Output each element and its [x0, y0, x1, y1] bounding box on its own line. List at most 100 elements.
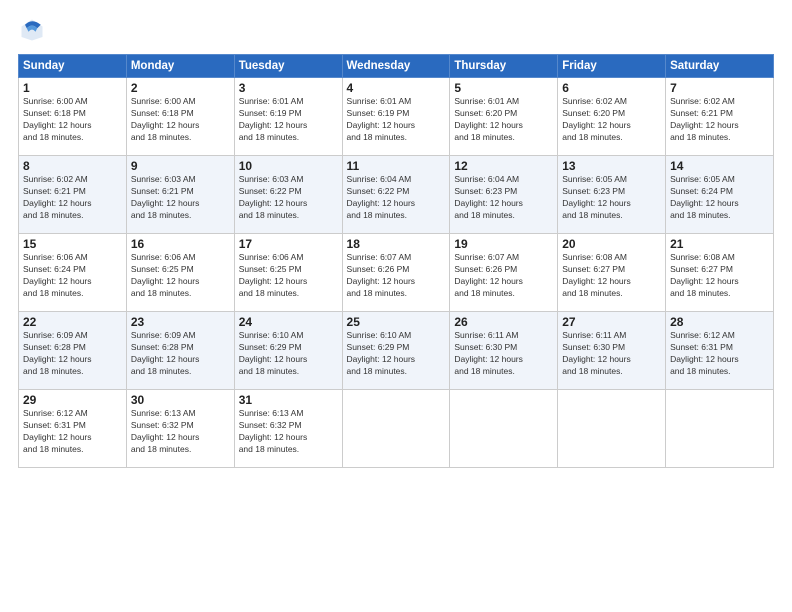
day-number: 26 — [454, 315, 553, 329]
day-number: 11 — [347, 159, 446, 173]
weekday-header: Sunday — [19, 55, 127, 78]
day-info: Sunrise: 6:11 AMSunset: 6:30 PMDaylight:… — [562, 330, 661, 378]
calendar-cell: 13Sunrise: 6:05 AMSunset: 6:23 PMDayligh… — [558, 156, 666, 234]
calendar-cell: 22Sunrise: 6:09 AMSunset: 6:28 PMDayligh… — [19, 312, 127, 390]
weekday-header: Friday — [558, 55, 666, 78]
day-number: 19 — [454, 237, 553, 251]
day-info: Sunrise: 6:00 AMSunset: 6:18 PMDaylight:… — [131, 96, 230, 144]
day-info: Sunrise: 6:02 AMSunset: 6:20 PMDaylight:… — [562, 96, 661, 144]
day-info: Sunrise: 6:10 AMSunset: 6:29 PMDaylight:… — [347, 330, 446, 378]
day-info: Sunrise: 6:01 AMSunset: 6:19 PMDaylight:… — [239, 96, 338, 144]
day-info: Sunrise: 6:03 AMSunset: 6:22 PMDaylight:… — [239, 174, 338, 222]
calendar-cell: 14Sunrise: 6:05 AMSunset: 6:24 PMDayligh… — [666, 156, 774, 234]
calendar-cell: 17Sunrise: 6:06 AMSunset: 6:25 PMDayligh… — [234, 234, 342, 312]
day-number: 14 — [670, 159, 769, 173]
day-number: 31 — [239, 393, 338, 407]
page: SundayMondayTuesdayWednesdayThursdayFrid… — [0, 0, 792, 612]
day-number: 27 — [562, 315, 661, 329]
day-number: 2 — [131, 81, 230, 95]
calendar-cell: 6Sunrise: 6:02 AMSunset: 6:20 PMDaylight… — [558, 78, 666, 156]
day-number: 8 — [23, 159, 122, 173]
calendar: SundayMondayTuesdayWednesdayThursdayFrid… — [18, 54, 774, 468]
weekday-header: Saturday — [666, 55, 774, 78]
calendar-cell — [342, 390, 450, 468]
calendar-cell — [450, 390, 558, 468]
day-info: Sunrise: 6:01 AMSunset: 6:19 PMDaylight:… — [347, 96, 446, 144]
calendar-week-row: 1Sunrise: 6:00 AMSunset: 6:18 PMDaylight… — [19, 78, 774, 156]
day-info: Sunrise: 6:08 AMSunset: 6:27 PMDaylight:… — [670, 252, 769, 300]
header — [18, 16, 774, 44]
calendar-cell: 20Sunrise: 6:08 AMSunset: 6:27 PMDayligh… — [558, 234, 666, 312]
day-info: Sunrise: 6:08 AMSunset: 6:27 PMDaylight:… — [562, 252, 661, 300]
calendar-week-row: 29Sunrise: 6:12 AMSunset: 6:31 PMDayligh… — [19, 390, 774, 468]
day-info: Sunrise: 6:09 AMSunset: 6:28 PMDaylight:… — [23, 330, 122, 378]
day-info: Sunrise: 6:11 AMSunset: 6:30 PMDaylight:… — [454, 330, 553, 378]
weekday-header-row: SundayMondayTuesdayWednesdayThursdayFrid… — [19, 55, 774, 78]
day-info: Sunrise: 6:13 AMSunset: 6:32 PMDaylight:… — [239, 408, 338, 456]
day-number: 12 — [454, 159, 553, 173]
calendar-cell: 10Sunrise: 6:03 AMSunset: 6:22 PMDayligh… — [234, 156, 342, 234]
day-info: Sunrise: 6:13 AMSunset: 6:32 PMDaylight:… — [131, 408, 230, 456]
day-info: Sunrise: 6:03 AMSunset: 6:21 PMDaylight:… — [131, 174, 230, 222]
calendar-cell: 9Sunrise: 6:03 AMSunset: 6:21 PMDaylight… — [126, 156, 234, 234]
calendar-cell: 25Sunrise: 6:10 AMSunset: 6:29 PMDayligh… — [342, 312, 450, 390]
day-number: 15 — [23, 237, 122, 251]
day-info: Sunrise: 6:01 AMSunset: 6:20 PMDaylight:… — [454, 96, 553, 144]
weekday-header: Thursday — [450, 55, 558, 78]
day-number: 18 — [347, 237, 446, 251]
calendar-cell: 16Sunrise: 6:06 AMSunset: 6:25 PMDayligh… — [126, 234, 234, 312]
calendar-week-row: 8Sunrise: 6:02 AMSunset: 6:21 PMDaylight… — [19, 156, 774, 234]
day-number: 25 — [347, 315, 446, 329]
day-number: 10 — [239, 159, 338, 173]
logo-icon — [18, 16, 46, 44]
day-number: 23 — [131, 315, 230, 329]
calendar-cell: 30Sunrise: 6:13 AMSunset: 6:32 PMDayligh… — [126, 390, 234, 468]
calendar-week-row: 22Sunrise: 6:09 AMSunset: 6:28 PMDayligh… — [19, 312, 774, 390]
day-info: Sunrise: 6:12 AMSunset: 6:31 PMDaylight:… — [670, 330, 769, 378]
day-info: Sunrise: 6:02 AMSunset: 6:21 PMDaylight:… — [23, 174, 122, 222]
day-number: 22 — [23, 315, 122, 329]
day-info: Sunrise: 6:07 AMSunset: 6:26 PMDaylight:… — [347, 252, 446, 300]
calendar-cell: 28Sunrise: 6:12 AMSunset: 6:31 PMDayligh… — [666, 312, 774, 390]
day-info: Sunrise: 6:10 AMSunset: 6:29 PMDaylight:… — [239, 330, 338, 378]
calendar-cell: 23Sunrise: 6:09 AMSunset: 6:28 PMDayligh… — [126, 312, 234, 390]
calendar-cell: 5Sunrise: 6:01 AMSunset: 6:20 PMDaylight… — [450, 78, 558, 156]
day-number: 9 — [131, 159, 230, 173]
day-number: 3 — [239, 81, 338, 95]
calendar-cell — [666, 390, 774, 468]
day-info: Sunrise: 6:02 AMSunset: 6:21 PMDaylight:… — [670, 96, 769, 144]
calendar-cell: 7Sunrise: 6:02 AMSunset: 6:21 PMDaylight… — [666, 78, 774, 156]
calendar-cell: 18Sunrise: 6:07 AMSunset: 6:26 PMDayligh… — [342, 234, 450, 312]
weekday-header: Wednesday — [342, 55, 450, 78]
day-info: Sunrise: 6:06 AMSunset: 6:25 PMDaylight:… — [131, 252, 230, 300]
day-number: 29 — [23, 393, 122, 407]
day-number: 16 — [131, 237, 230, 251]
calendar-cell: 24Sunrise: 6:10 AMSunset: 6:29 PMDayligh… — [234, 312, 342, 390]
calendar-cell: 3Sunrise: 6:01 AMSunset: 6:19 PMDaylight… — [234, 78, 342, 156]
weekday-header: Tuesday — [234, 55, 342, 78]
day-number: 5 — [454, 81, 553, 95]
calendar-cell: 26Sunrise: 6:11 AMSunset: 6:30 PMDayligh… — [450, 312, 558, 390]
day-info: Sunrise: 6:04 AMSunset: 6:23 PMDaylight:… — [454, 174, 553, 222]
calendar-cell: 8Sunrise: 6:02 AMSunset: 6:21 PMDaylight… — [19, 156, 127, 234]
weekday-header: Monday — [126, 55, 234, 78]
day-number: 13 — [562, 159, 661, 173]
logo — [18, 16, 50, 44]
day-info: Sunrise: 6:00 AMSunset: 6:18 PMDaylight:… — [23, 96, 122, 144]
calendar-cell: 29Sunrise: 6:12 AMSunset: 6:31 PMDayligh… — [19, 390, 127, 468]
day-info: Sunrise: 6:05 AMSunset: 6:23 PMDaylight:… — [562, 174, 661, 222]
day-info: Sunrise: 6:06 AMSunset: 6:24 PMDaylight:… — [23, 252, 122, 300]
calendar-cell — [558, 390, 666, 468]
calendar-cell: 12Sunrise: 6:04 AMSunset: 6:23 PMDayligh… — [450, 156, 558, 234]
day-number: 21 — [670, 237, 769, 251]
calendar-cell: 27Sunrise: 6:11 AMSunset: 6:30 PMDayligh… — [558, 312, 666, 390]
calendar-cell: 11Sunrise: 6:04 AMSunset: 6:22 PMDayligh… — [342, 156, 450, 234]
calendar-cell: 4Sunrise: 6:01 AMSunset: 6:19 PMDaylight… — [342, 78, 450, 156]
day-number: 24 — [239, 315, 338, 329]
day-info: Sunrise: 6:12 AMSunset: 6:31 PMDaylight:… — [23, 408, 122, 456]
calendar-cell: 15Sunrise: 6:06 AMSunset: 6:24 PMDayligh… — [19, 234, 127, 312]
calendar-cell: 31Sunrise: 6:13 AMSunset: 6:32 PMDayligh… — [234, 390, 342, 468]
day-info: Sunrise: 6:04 AMSunset: 6:22 PMDaylight:… — [347, 174, 446, 222]
calendar-cell: 21Sunrise: 6:08 AMSunset: 6:27 PMDayligh… — [666, 234, 774, 312]
day-number: 6 — [562, 81, 661, 95]
